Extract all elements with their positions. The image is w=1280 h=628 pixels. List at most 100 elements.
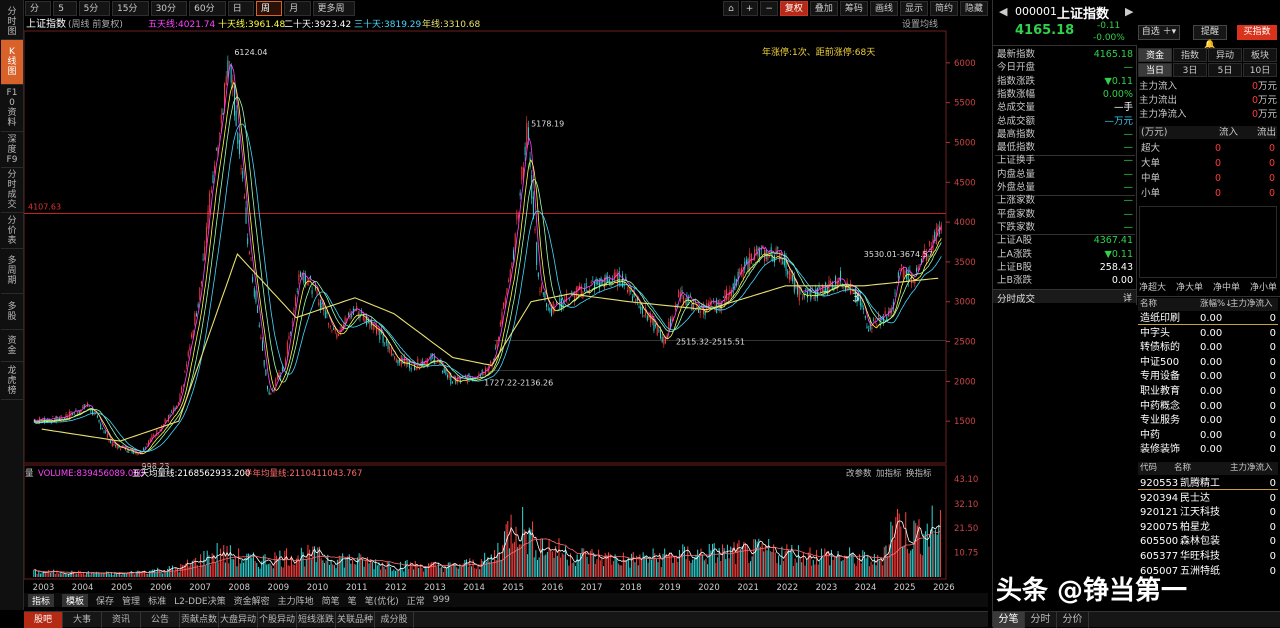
indicator-tool-12[interactable]: 999: [433, 595, 450, 605]
indicator-tool-6[interactable]: 资金解密: [234, 594, 270, 607]
trades-header[interactable]: 分时成交 详: [993, 289, 1136, 305]
volume-bar: [178, 572, 180, 577]
stock-row[interactable]: 605377 华旺科技 0: [1138, 550, 1278, 563]
candle-body: [622, 274, 624, 288]
sector-row[interactable]: 中字头 0.00 0: [1138, 327, 1278, 340]
indicator-tool-10[interactable]: 笔(优化): [365, 594, 399, 607]
sector-row[interactable]: 专用设备 0.00 0: [1138, 370, 1278, 383]
indicator-tool-0[interactable]: 指标: [28, 593, 55, 607]
indicator-tool-7[interactable]: 主力阵地: [278, 594, 314, 607]
sector-row[interactable]: 中证500 0.00 0: [1138, 356, 1278, 369]
indicator-tool-9[interactable]: 笔: [348, 594, 357, 607]
sector-row[interactable]: 转债标的 0.00 0: [1138, 341, 1278, 354]
flow-value: 0万元: [1252, 108, 1277, 121]
volume-bar: [859, 554, 861, 577]
indicator-tool-4[interactable]: 标准: [148, 594, 166, 607]
stock-row[interactable]: 605500 森林包装 0: [1138, 535, 1278, 548]
buy-index-button[interactable]: 买指数: [1237, 25, 1277, 40]
left-nav-item-9[interactable]: 龙虎榜: [1, 362, 23, 400]
volume-bar: [788, 551, 790, 577]
fund-tab-0[interactable]: 资金: [1138, 48, 1172, 62]
indicator-tool-3[interactable]: 管理: [122, 594, 140, 607]
period-tab-3[interactable]: 15分钟: [111, 1, 149, 29]
day-tab-3[interactable]: 10日: [1243, 63, 1277, 77]
period-tab-8[interactable]: 月线: [284, 1, 311, 29]
indicator-tool-2[interactable]: 保存: [96, 594, 114, 607]
chart-tool-5[interactable]: 简约: [929, 1, 958, 16]
day-tab-0[interactable]: 当日: [1138, 63, 1172, 77]
add-indicator-link[interactable]: 加指标: [876, 468, 902, 479]
chart-tool-4[interactable]: 显示: [899, 1, 928, 16]
left-nav-item-0[interactable]: 分时图: [1, 4, 23, 40]
sector-row[interactable]: 中药概念 0.00 0: [1138, 400, 1278, 413]
left-nav-item-8[interactable]: 资金: [1, 330, 23, 362]
fund-tab-2[interactable]: 异动: [1208, 48, 1242, 62]
left-nav-item-6[interactable]: 多周期: [1, 249, 23, 294]
indicator-tool-5[interactable]: L2-DDE决策: [174, 594, 226, 607]
left-nav-item-5[interactable]: 分价表: [1, 213, 23, 249]
bottom-tab-3[interactable]: 公告: [141, 612, 180, 628]
index-name: 上证指数: [1057, 7, 1110, 22]
day-tab-1[interactable]: 3日: [1173, 63, 1207, 77]
bottom-tab-9[interactable]: 成分股: [375, 612, 414, 628]
sector-row[interactable]: 装修装饰 0.00 0: [1138, 443, 1278, 456]
bottom-tab-4[interactable]: 贡献点数: [180, 612, 219, 628]
next-icon[interactable]: ▶: [1125, 5, 1133, 18]
indicator-tool-11[interactable]: 正常: [407, 594, 425, 607]
panel-footer-tab-1[interactable]: 分时: [1025, 612, 1057, 628]
left-nav-item-7[interactable]: 多股: [1, 294, 23, 330]
sector-row[interactable]: 造纸印刷 0.00 0: [1138, 312, 1278, 325]
indicator-tool-8[interactable]: 简笔: [322, 594, 340, 607]
fund-tab-1[interactable]: 指数: [1173, 48, 1207, 62]
stock-row[interactable]: 920121 江天科技 0: [1138, 506, 1278, 519]
sector-row[interactable]: 职业教育 0.00 0: [1138, 385, 1278, 398]
stock-row[interactable]: 920075 柏星龙 0: [1138, 521, 1278, 534]
stock-row[interactable]: 920394 民士达 0: [1138, 492, 1278, 505]
bottom-tab-7[interactable]: 短线涨跌: [297, 612, 336, 628]
change-params-link[interactable]: 改参数: [846, 468, 872, 479]
ma-settings-link[interactable]: 设置均线: [902, 18, 938, 30]
period-tab-9[interactable]: 更多周期: [312, 1, 356, 29]
bottom-tab-5[interactable]: 大盘异动: [219, 612, 258, 628]
period-tab-7[interactable]: 周线: [255, 1, 283, 29]
bottom-tab-2[interactable]: 资讯: [102, 612, 141, 628]
sector-row[interactable]: 中药 0.00 0: [1138, 429, 1278, 442]
volume-icon: 量: [25, 469, 34, 479]
chart-tool-0[interactable]: 复权: [779, 1, 808, 16]
volume-bar: [821, 548, 823, 577]
period-tab-4[interactable]: 30分钟: [150, 1, 188, 29]
zoom-in-icon[interactable]: +: [740, 1, 759, 16]
chart-tool-6[interactable]: 隐藏: [959, 1, 988, 16]
left-nav-item-1[interactable]: K线图: [1, 40, 23, 85]
alert-button[interactable]: 提醒 🔔: [1193, 25, 1227, 50]
chart-tool-3[interactable]: 画线: [869, 1, 898, 16]
kline-chart[interactable]: 上证指数 (周线 前复权) 五天线:4021.74 十天线:3961.48 二十…: [24, 17, 988, 597]
zoom-out-icon[interactable]: −: [760, 1, 778, 16]
chart-tool-2[interactable]: 筹码: [839, 1, 868, 16]
period-tab-2[interactable]: 5分钟: [78, 1, 110, 29]
panel-footer-tab-2[interactable]: 分价: [1057, 612, 1089, 628]
prev-icon[interactable]: ◀: [999, 5, 1007, 18]
day-tab-2[interactable]: 5日: [1208, 63, 1242, 77]
panel-footer-tab-0[interactable]: 分笔: [993, 612, 1025, 628]
period-tab-1[interactable]: 5日: [53, 1, 77, 29]
indicator-tool-1[interactable]: 模板: [62, 593, 89, 607]
stock-row[interactable]: 920553 凯腾精工 0: [1138, 477, 1278, 490]
period-tab-6[interactable]: 日线: [227, 1, 254, 29]
left-nav-item-3[interactable]: 深度F9: [1, 132, 23, 168]
fund-tab-3[interactable]: 板块: [1243, 48, 1277, 62]
left-nav-item-4[interactable]: 分时成交: [1, 168, 23, 213]
bottom-tab-1[interactable]: 大事: [63, 612, 102, 628]
bottom-tab-6[interactable]: 个股异动: [258, 612, 297, 628]
add-watch-button[interactable]: 自选 ＋▾: [1138, 25, 1180, 40]
sector-row[interactable]: 专业服务 0.00 0: [1138, 414, 1278, 427]
nav-icon-home[interactable]: ⌂: [723, 1, 739, 16]
left-nav-item-2[interactable]: F10资料: [1, 85, 23, 132]
bottom-tab-0[interactable]: 股吧: [24, 612, 63, 628]
bottom-tab-8[interactable]: 关联品种: [336, 612, 375, 628]
switch-indicator-link[interactable]: 换指标: [906, 468, 932, 479]
chart-tool-1[interactable]: 叠加: [809, 1, 838, 16]
trades-detail-button[interactable]: 详: [1123, 291, 1132, 304]
period-tab-5[interactable]: 60分钟: [189, 1, 226, 29]
period-tab-0[interactable]: 分时: [25, 1, 52, 29]
